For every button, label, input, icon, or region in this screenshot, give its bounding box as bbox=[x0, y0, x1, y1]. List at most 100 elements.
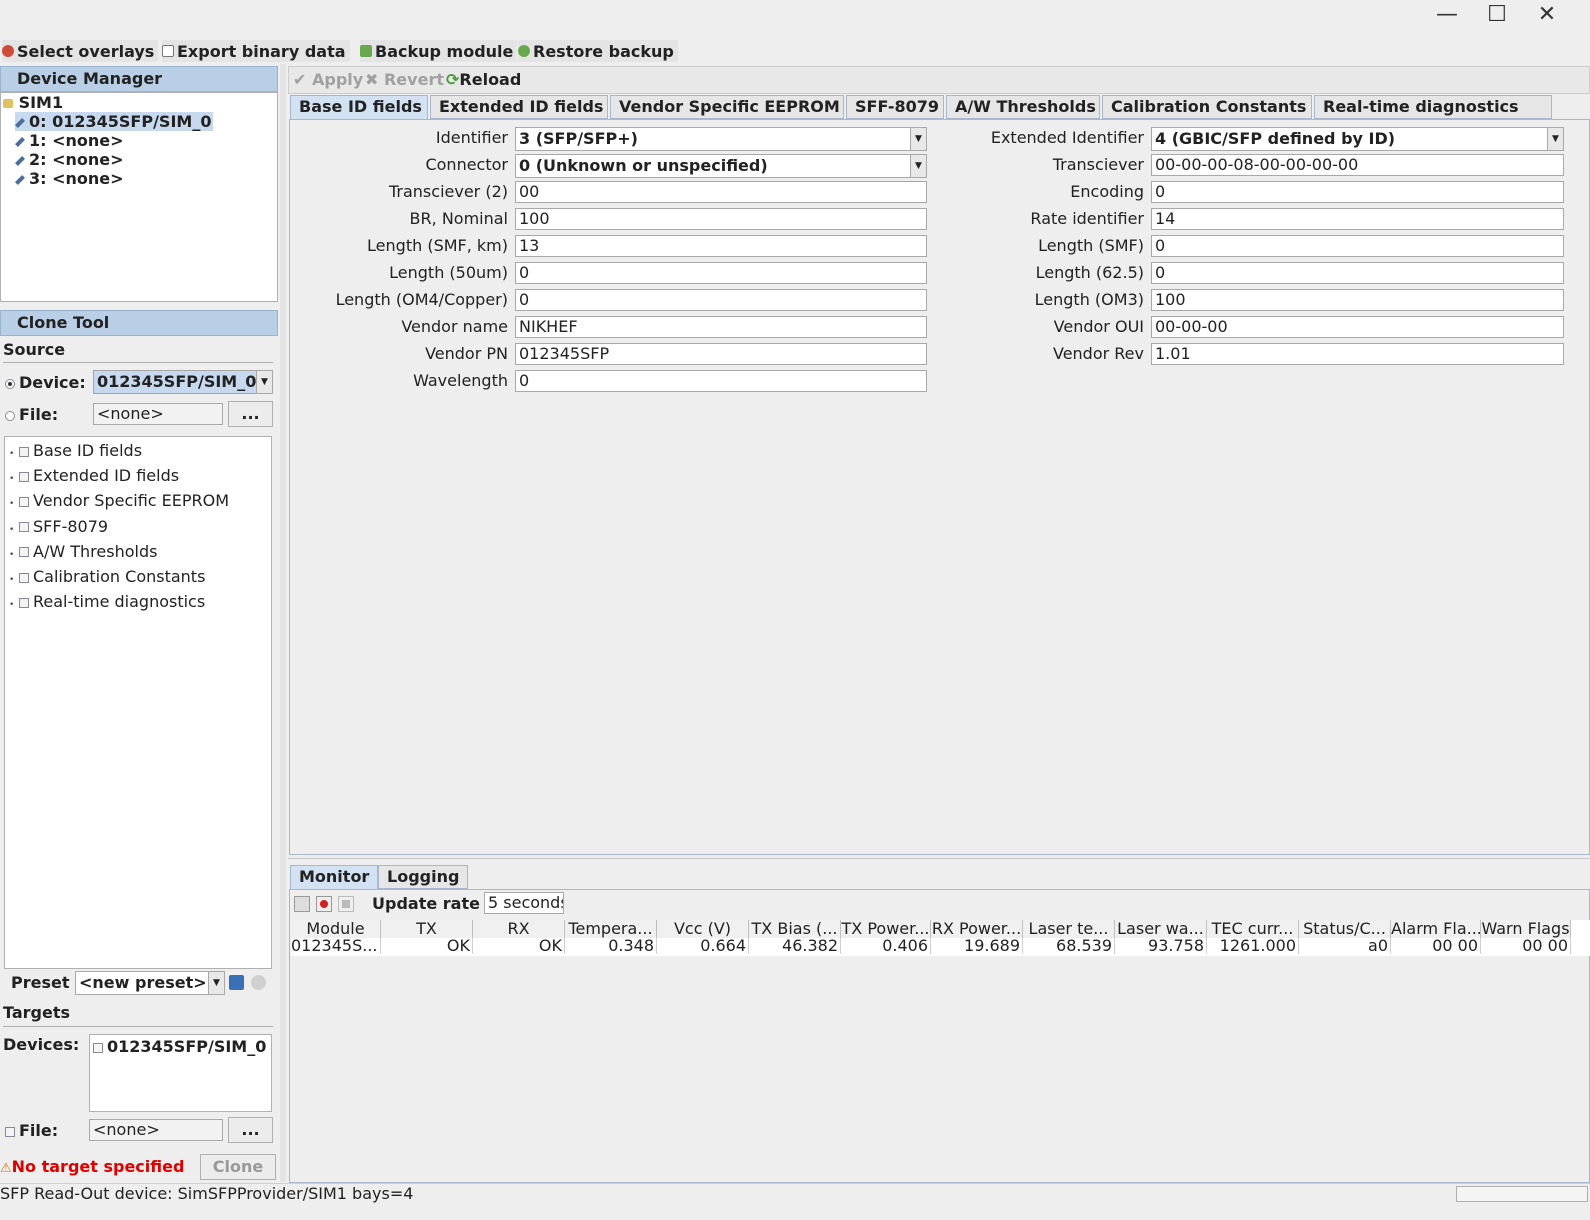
vertical-splitter[interactable] bbox=[280, 64, 286, 1182]
column-header[interactable]: RX bbox=[473, 920, 565, 938]
file-radio[interactable]: File: bbox=[5, 405, 58, 424]
source-device-select[interactable]: 012345SFP/SIM_0 ▼ bbox=[93, 370, 273, 394]
tab-monitor[interactable]: Monitor bbox=[290, 865, 379, 889]
field-value: 100 bbox=[1155, 290, 1186, 309]
expand-handle-icon[interactable]: • bbox=[9, 474, 19, 484]
column-header[interactable]: RX Power... bbox=[931, 920, 1023, 938]
transciever-2-field[interactable]: 00 bbox=[515, 181, 927, 203]
tab-calibration-constants[interactable]: Calibration Constants bbox=[1102, 95, 1312, 119]
column-header[interactable]: TX bbox=[381, 920, 473, 938]
expand-handle-icon[interactable]: • bbox=[9, 550, 19, 560]
device-radio[interactable]: Device: bbox=[5, 373, 86, 392]
clone-tree-item[interactable]: • Extended ID fields bbox=[9, 466, 179, 485]
column-header[interactable]: Status/C... bbox=[1299, 920, 1391, 938]
reload-button[interactable]: ⟳Reload bbox=[446, 70, 521, 89]
column-header[interactable]: TX Power... bbox=[841, 920, 931, 938]
identifier-select[interactable]: 3 (SFP/SFP+) ▼ bbox=[515, 127, 927, 151]
tree-root-sim1[interactable]: SIM1 bbox=[3, 93, 63, 112]
expand-handle-icon[interactable]: • bbox=[9, 499, 19, 509]
rate-identifier-field[interactable]: 14 bbox=[1151, 208, 1564, 230]
apply-button[interactable]: ✔ Apply bbox=[293, 70, 363, 89]
column-header[interactable]: Tempera... bbox=[565, 920, 657, 938]
clone-tree-item[interactable]: • Base ID fields bbox=[9, 441, 142, 460]
vendor-name-field[interactable]: NIKHEF bbox=[515, 316, 927, 338]
transciever-field[interactable]: 00-00-00-08-00-00-00-00 bbox=[1151, 154, 1564, 176]
checkbox-icon[interactable] bbox=[19, 496, 29, 507]
br-nominal-field[interactable]: 100 bbox=[515, 208, 927, 230]
checkbox-icon[interactable] bbox=[19, 471, 29, 482]
length-smf-km-field[interactable]: 13 bbox=[515, 235, 927, 257]
checkbox-icon[interactable] bbox=[19, 446, 29, 457]
clone-button[interactable]: Clone bbox=[200, 1154, 276, 1180]
stop-icon[interactable] bbox=[338, 896, 354, 912]
encoding-field[interactable]: 0 bbox=[1151, 181, 1564, 203]
save-preset-icon[interactable] bbox=[229, 975, 244, 990]
length-om4-copper-field[interactable]: 0 bbox=[515, 289, 927, 311]
field-label: Identifier bbox=[435, 128, 508, 147]
column-header[interactable]: Warn Flags bbox=[1481, 920, 1571, 938]
tab-logging[interactable]: Logging bbox=[378, 865, 469, 889]
tab-extended-id-fields[interactable]: Extended ID fields bbox=[430, 95, 608, 119]
checkbox-icon[interactable] bbox=[19, 547, 29, 558]
expand-handle-icon[interactable]: • bbox=[9, 449, 19, 459]
column-header[interactable]: TEC curr... bbox=[1207, 920, 1299, 938]
vendor-rev-field[interactable]: 1.01 bbox=[1151, 343, 1564, 365]
tree-item-device-1[interactable]: 1: <none> bbox=[15, 131, 124, 150]
length-50um-field[interactable]: 0 bbox=[515, 262, 927, 284]
clone-tree-item[interactable]: • Vendor Specific EEPROM bbox=[9, 491, 229, 510]
expand-handle-icon[interactable]: • bbox=[9, 600, 19, 610]
clear-icon[interactable] bbox=[294, 896, 310, 912]
expand-handle-icon[interactable]: • bbox=[9, 575, 19, 585]
checkbox-icon[interactable] bbox=[19, 597, 29, 608]
tree-item-device-3[interactable]: 3: <none> bbox=[15, 169, 124, 188]
table-cell: 1261.000 bbox=[1207, 938, 1299, 954]
extended-identifier-select[interactable]: 4 (GBIC/SFP defined by ID) ▼ bbox=[1151, 127, 1564, 151]
minimize-icon[interactable]: — bbox=[1432, 2, 1462, 28]
column-header[interactable]: Laser te... bbox=[1023, 920, 1115, 938]
tab-vendor-specific-eeprom[interactable]: Vendor Specific EEPROM bbox=[610, 95, 844, 119]
column-header[interactable]: TX Bias (... bbox=[749, 920, 841, 938]
column-header[interactable]: Alarm Fla... bbox=[1391, 920, 1481, 938]
revert-button[interactable]: ✖ Revert bbox=[365, 70, 444, 89]
preset-select[interactable]: <new preset> ▼ bbox=[75, 971, 225, 995]
tree-item-device-0[interactable]: 0: 012345SFP/SIM_0 bbox=[15, 112, 214, 131]
maximize-icon[interactable]: ☐ bbox=[1482, 2, 1512, 28]
monitor-panel: Monitor Logging Update rate 5 seconds Mo… bbox=[288, 858, 1590, 1183]
checkbox-icon[interactable] bbox=[19, 522, 29, 533]
target-file-field[interactable]: <none> bbox=[89, 1119, 223, 1141]
source-file-field[interactable]: <none> bbox=[93, 403, 223, 425]
tab-a-w-thresholds[interactable]: A/W Thresholds bbox=[946, 95, 1100, 119]
backup-module-button[interactable]: Backup module bbox=[360, 40, 518, 62]
clone-tree-item[interactable]: • Real-time diagnostics bbox=[9, 592, 205, 611]
export-binary-button[interactable]: Export binary data bbox=[162, 40, 350, 62]
clone-tree-item[interactable]: • SFF-8079 bbox=[9, 517, 108, 536]
target-device-item[interactable]: 012345SFP/SIM_0 bbox=[93, 1037, 266, 1056]
target-file-checkbox[interactable]: File: bbox=[5, 1121, 58, 1140]
vendor-pn-field[interactable]: 012345SFP bbox=[515, 343, 927, 365]
clone-tree-item[interactable]: • A/W Thresholds bbox=[9, 542, 157, 561]
length-62-5-field[interactable]: 0 bbox=[1151, 262, 1564, 284]
record-icon[interactable] bbox=[316, 896, 332, 912]
tab-base-id-fields[interactable]: Base ID fields bbox=[290, 95, 428, 119]
vendor-oui-field[interactable]: 00-00-00 bbox=[1151, 316, 1564, 338]
delete-preset-icon[interactable] bbox=[251, 975, 266, 990]
length-om3-field[interactable]: 100 bbox=[1151, 289, 1564, 311]
column-header[interactable]: Laser wa... bbox=[1115, 920, 1207, 938]
length-smf-field[interactable]: 0 bbox=[1151, 235, 1564, 257]
clone-tree-item[interactable]: • Calibration Constants bbox=[9, 567, 205, 586]
close-icon[interactable]: ✕ bbox=[1532, 2, 1562, 28]
source-browse-button[interactable]: ... bbox=[228, 401, 273, 427]
column-header[interactable]: Module bbox=[291, 920, 381, 938]
tab-real-time-diagnostics[interactable]: Real-time diagnostics bbox=[1314, 95, 1552, 119]
update-rate-spinner[interactable]: 5 seconds bbox=[484, 892, 564, 914]
expand-handle-icon[interactable]: • bbox=[9, 525, 19, 535]
connector-select[interactable]: 0 (Unknown or unspecified) ▼ bbox=[515, 154, 927, 178]
select-overlays-button[interactable]: Select overlays bbox=[2, 40, 159, 62]
column-header[interactable]: Vcc (V) bbox=[657, 920, 749, 938]
tree-item-device-2[interactable]: 2: <none> bbox=[15, 150, 124, 169]
restore-backup-button[interactable]: Restore backup bbox=[518, 40, 678, 62]
target-browse-button[interactable]: ... bbox=[228, 1117, 273, 1143]
wavelength-field[interactable]: 0 bbox=[515, 370, 927, 392]
tab-sff-8079[interactable]: SFF-8079 bbox=[846, 95, 944, 119]
checkbox-icon[interactable] bbox=[19, 572, 29, 583]
